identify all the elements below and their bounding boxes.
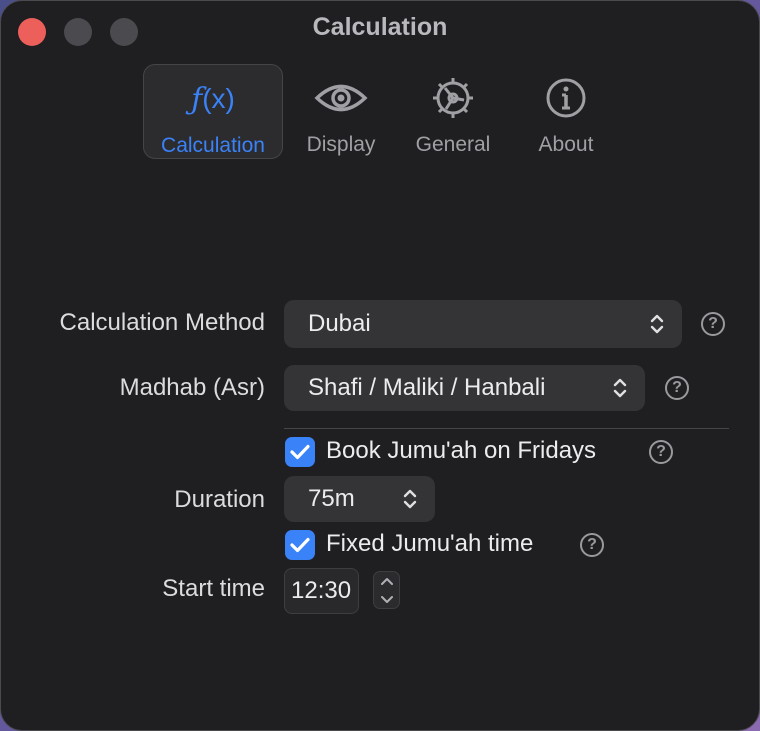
calculation-method-value: Dubai — [308, 310, 371, 337]
tab-calculation[interactable]: ƒ (x) Calculation — [143, 64, 283, 159]
calculation-method-popup[interactable]: Dubai — [284, 300, 682, 348]
stepper-up-button[interactable] — [374, 572, 399, 590]
gear-icon — [431, 78, 475, 118]
start-time-value: 12:30 — [291, 577, 352, 604]
start-time-label: Start time — [162, 575, 265, 602]
tab-display[interactable]: Display — [283, 64, 399, 159]
stepper-down-button[interactable] — [374, 590, 399, 608]
tab-label: General — [415, 133, 491, 156]
section-divider — [284, 428, 729, 429]
help-icon[interactable]: ? — [580, 533, 604, 557]
start-time-stepper[interactable] — [373, 571, 400, 609]
preferences-toolbar: ƒ (x) Calculation Display General About — [143, 64, 625, 159]
checkmark-icon — [290, 444, 310, 460]
chevron-up-icon — [380, 577, 393, 585]
book-jumuah-label: Book Jumu'ah on Fridays — [326, 437, 597, 464]
book-jumuah-checkbox[interactable] — [285, 437, 315, 467]
calculation-method-label: Calculation Method — [59, 309, 265, 336]
preferences-window: Calculation ƒ (x) Calculation Display Ge… — [0, 0, 760, 731]
duration-popup[interactable]: 75m — [284, 476, 435, 522]
chevron-updown-icon — [613, 378, 627, 398]
duration-label: Duration — [174, 486, 265, 513]
madhab-label: Madhab (Asr) — [119, 374, 265, 401]
fixed-jumuah-checkbox[interactable] — [285, 530, 315, 560]
madhab-popup[interactable]: Shafi / Maliki / Hanbali — [284, 365, 645, 411]
help-icon[interactable]: ? — [649, 440, 673, 464]
checkmark-icon — [290, 537, 310, 553]
chevron-updown-icon — [403, 489, 417, 509]
eye-icon — [314, 78, 368, 118]
window-title: Calculation — [312, 13, 448, 41]
tab-label: Display — [306, 133, 376, 156]
duration-value: 75m — [308, 485, 355, 512]
tab-about[interactable]: About — [507, 64, 625, 159]
start-time-field[interactable]: 12:30 — [284, 568, 359, 614]
madhab-value: Shafi / Maliki / Hanbali — [308, 374, 546, 401]
help-icon[interactable]: ? — [665, 376, 689, 400]
tab-label: About — [538, 133, 594, 156]
tab-general[interactable]: General — [399, 64, 507, 159]
fixed-jumuah-label: Fixed Jumu'ah time — [326, 530, 534, 557]
chevron-down-icon — [380, 595, 393, 603]
function-icon: ƒ (x) — [191, 81, 235, 117]
tab-label: Calculation — [161, 134, 265, 157]
chevron-updown-icon — [650, 314, 664, 334]
help-icon[interactable]: ? — [701, 312, 725, 336]
info-icon — [545, 78, 587, 118]
